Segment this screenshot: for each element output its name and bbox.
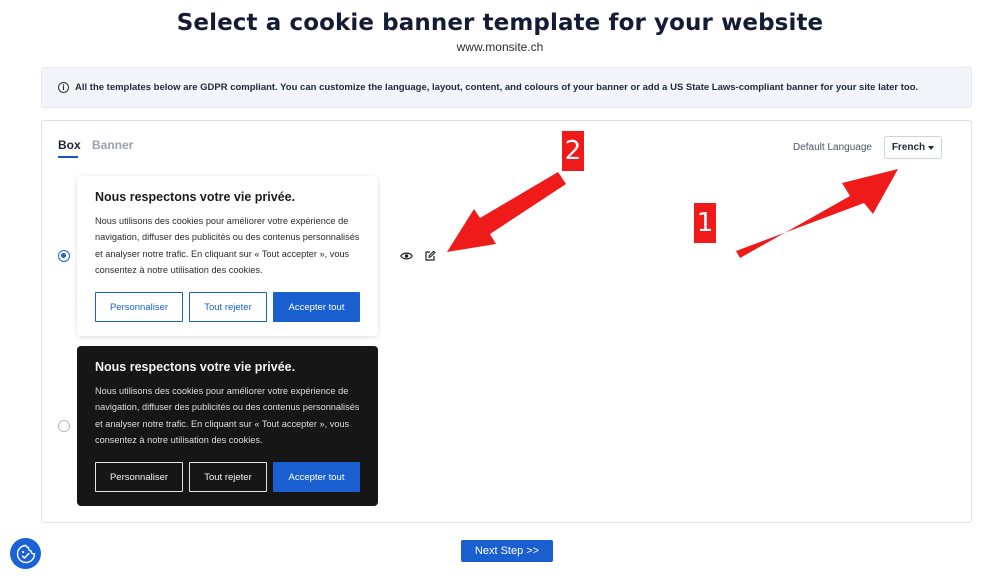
card-title: Nous respectons votre vie privée. — [95, 360, 296, 374]
customize-button[interactable]: Personnaliser — [95, 462, 183, 492]
reject-all-button[interactable]: Tout rejeter — [189, 462, 267, 492]
template-radio-light[interactable] — [58, 250, 70, 262]
site-url: www.monsite.ch — [456, 40, 544, 54]
card-body: Nous utilisons des cookies pour améliore… — [95, 216, 360, 276]
page-title: Select a cookie banner template for your… — [176, 10, 824, 36]
info-icon: i — [58, 82, 69, 93]
cookie-settings-icon[interactable] — [10, 538, 41, 569]
annotation-label-2: 2 — [562, 131, 584, 171]
active-tab-indicator — [58, 156, 78, 158]
tab-banner[interactable]: Banner — [92, 138, 133, 152]
accept-all-button[interactable]: Accepter tout — [273, 462, 360, 492]
customize-button[interactable]: Personnaliser — [95, 292, 183, 322]
eye-icon[interactable] — [398, 248, 414, 264]
default-language-label: Default Language — [793, 142, 872, 153]
info-text: All the templates below are GDPR complia… — [75, 82, 919, 93]
template-card-light[interactable]: Nous respectons votre vie privée. Nous u… — [77, 176, 378, 336]
caret-down-icon — [928, 145, 935, 150]
language-select[interactable]: French — [884, 136, 942, 159]
card-title: Nous respectons votre vie privée. — [95, 190, 296, 204]
template-card-dark[interactable]: Nous respectons votre vie privée. Nous u… — [77, 346, 378, 506]
accept-all-button[interactable]: Accepter tout — [273, 292, 360, 322]
template-radio-dark[interactable] — [58, 420, 70, 432]
edit-icon[interactable] — [422, 248, 438, 264]
annotation-label-1: 1 — [694, 203, 716, 243]
tab-box[interactable]: Box — [58, 138, 81, 152]
language-select-value: French — [891, 142, 926, 153]
card-body: Nous utilisons des cookies pour améliore… — [95, 386, 360, 446]
reject-all-button[interactable]: Tout rejeter — [189, 292, 267, 322]
info-banner: i All the templates below are GDPR compl… — [41, 67, 972, 108]
next-step-button[interactable]: Next Step >> — [461, 540, 553, 562]
